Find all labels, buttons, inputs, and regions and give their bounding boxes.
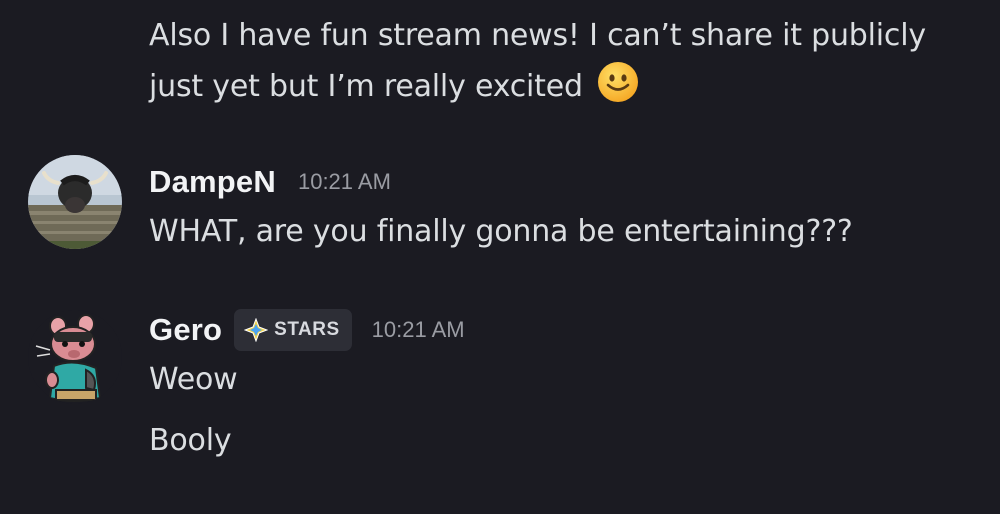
message-text: just yet but I’m really excited [149, 60, 640, 118]
message-line-1: Also I have fun stream news! I can’t sha… [149, 18, 926, 53]
gero-avatar[interactable] [28, 310, 122, 404]
timestamp[interactable]: 10:21 AM [298, 169, 391, 195]
gero-message-body-2: Booly [149, 423, 232, 458]
message-text: Weow [149, 357, 238, 403]
server-tag[interactable]: STARS [234, 309, 352, 351]
message-text: WHAT, are you finally gonna be entertain… [149, 209, 853, 255]
chat-log: Also I have fun stream news! I can’t sha… [0, 0, 1000, 514]
dampen-message-body: WHAT, are you finally gonna be entertain… [149, 214, 853, 249]
message-text: Also I have fun stream news! I can’t sha… [149, 13, 926, 59]
highland-cow-avatar-icon [28, 155, 122, 249]
username[interactable]: DampeN [149, 164, 276, 200]
message-line-2: just yet but I’m really excited [149, 69, 583, 104]
dampen-avatar[interactable] [28, 155, 122, 249]
server-tag-label: STARS [274, 319, 340, 340]
username[interactable]: Gero [149, 312, 222, 348]
slightly-smiling-face-icon[interactable] [596, 60, 640, 118]
timestamp[interactable]: 10:21 AM [372, 317, 465, 343]
message-text: Booly [149, 418, 232, 464]
sparkle-diamond-icon [244, 318, 269, 342]
dampen-message-header: DampeN 10:21 AM [149, 162, 391, 202]
gero-message-body-1: Weow [149, 362, 238, 397]
rat-character-avatar-icon [28, 310, 122, 404]
gero-message-header: Gero STARS 10:21 AM [149, 309, 465, 351]
